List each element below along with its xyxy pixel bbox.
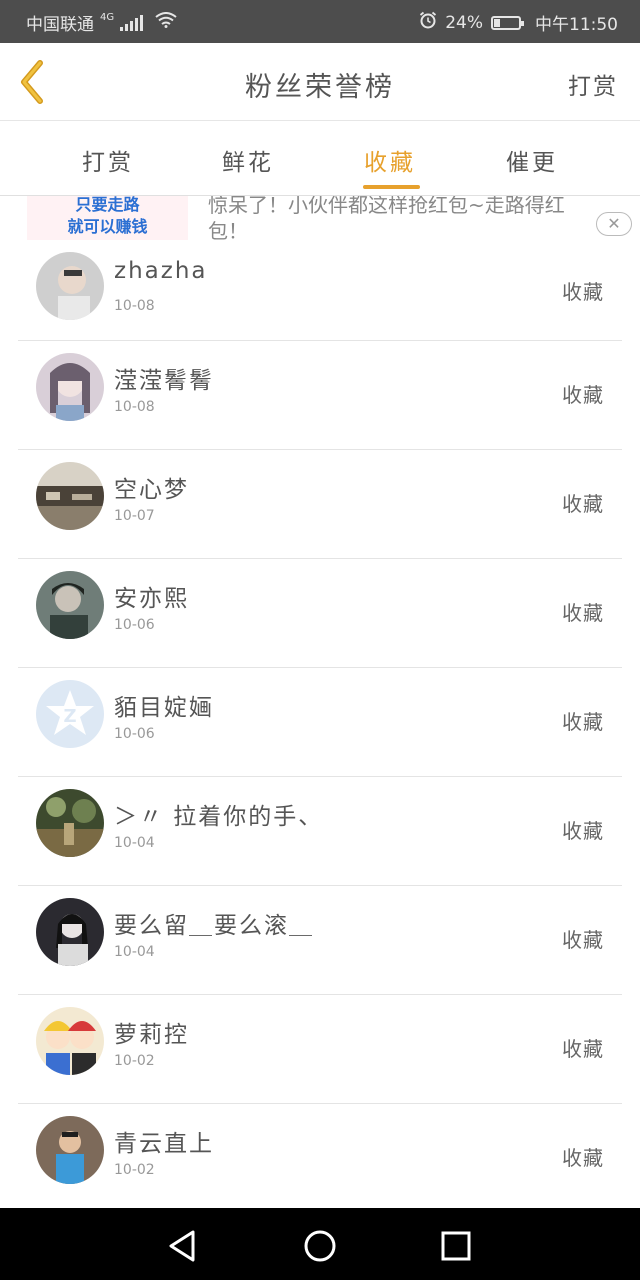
avatar[interactable] [36,1007,104,1075]
fan-name: 安亦熙 [114,586,189,612]
list-item[interactable]: 安亦熙 10-06 收藏 [18,559,622,668]
fan-date: 10-06 [114,726,155,742]
ad-text[interactable]: 惊呆了！小伙伴都这样抢红包~走路得红包！ [208,196,588,244]
fan-date: 10-07 [114,508,155,524]
fan-list: zhazha 10-08 收藏 滢滢鬌鬌 10-08 收藏 空心梦 10-07 … [0,246,640,1212]
fan-name: 滢滢鬌鬌 [114,368,214,394]
clock: 中午11:50 [535,15,618,35]
tab-bar: 打赏 鲜花 收藏 催更 [0,121,640,196]
avatar[interactable] [36,1116,104,1184]
circle-home-icon [304,1230,336,1262]
list-item[interactable]: 要么留＿要么滚＿ 10-04 收藏 [18,886,622,995]
tab-flowers[interactable]: 鲜花 [222,143,274,177]
favorite-label: 收藏 [562,1146,604,1170]
square-recents-icon [441,1231,471,1261]
battery-icon [491,15,524,30]
ad-close-button[interactable]: ✕ [596,212,632,236]
fan-date: 10-08 [114,399,155,415]
triangle-back-icon [169,1230,195,1262]
avatar[interactable] [36,898,104,966]
favorite-label: 收藏 [562,601,604,625]
wifi-icon [155,12,177,33]
app-header: 粉丝荣誉榜 打赏 [0,43,640,121]
fan-date: 10-08 [114,298,155,314]
battery-percent: 24% [445,12,483,33]
reward-button[interactable]: 打赏 [568,67,618,101]
nav-recents-button[interactable] [436,1226,476,1266]
fan-date: 10-04 [114,835,155,851]
favorite-label: 收藏 [562,928,604,952]
tab-favorites[interactable]: 收藏 [364,143,416,177]
fan-date: 10-04 [114,944,155,960]
list-item[interactable]: 空心梦 10-07 收藏 [18,450,622,559]
favorite-label: 收藏 [562,280,604,304]
fan-name: zhazha [114,258,208,284]
ad-banner[interactable]: 只要走路 就可以赚钱 惊呆了！小伙伴都这样抢红包~走路得红包！ [0,196,640,246]
alarm-icon [419,11,437,34]
favorite-label: 收藏 [562,492,604,516]
fan-name: 萝莉控 [114,1022,189,1048]
system-nav-bar [0,1208,640,1280]
nav-back-button[interactable] [163,1226,203,1266]
list-item[interactable]: 萝莉控 10-02 收藏 [18,995,622,1104]
status-bar: 中国联通 4G 24% 中午11:50 [0,0,640,43]
list-item[interactable]: zhazha 10-08 收藏 [18,246,622,341]
svg-text:Z: Z [63,706,76,727]
list-item[interactable]: ＞〃 拉着你的手、 10-04 收藏 [18,777,622,886]
avatar[interactable] [36,252,104,320]
fan-date: 10-02 [114,1053,155,1069]
nav-home-button[interactable] [300,1226,340,1266]
ad-image-line2: 就可以赚钱 [67,217,148,236]
avatar[interactable] [36,353,104,421]
active-tab-indicator [363,185,420,189]
carrier-label: 中国联通 [26,15,94,35]
avatar[interactable] [36,789,104,857]
signal-icon [120,14,144,31]
tab-urge-update[interactable]: 催更 [506,143,558,177]
favorite-label: 收藏 [562,383,604,407]
fan-name: 青云直上 [114,1131,214,1157]
fan-name: 空心梦 [114,477,189,503]
fan-name: ＞〃 拉着你的手、 [114,804,324,830]
avatar[interactable] [36,571,104,639]
list-item[interactable]: 滢滢鬌鬌 10-08 收藏 [18,341,622,450]
list-item[interactable]: 青云直上 10-02 收藏 [18,1104,622,1212]
network-label: 4G [100,12,115,23]
favorite-label: 收藏 [562,710,604,734]
list-item[interactable]: Z 貊目婝婳 10-06 收藏 [18,668,622,777]
page-title: 粉丝荣誉榜 [245,72,395,103]
avatar[interactable]: Z [36,680,104,748]
ad-image[interactable]: 只要走路 就可以赚钱 [27,196,188,240]
ad-image-line1: 只要走路 [75,196,140,214]
fan-name: 要么留＿要么滚＿ [114,913,314,939]
tab-reward[interactable]: 打赏 [82,143,134,177]
fan-date: 10-02 [114,1162,155,1178]
favorite-label: 收藏 [562,819,604,843]
favorite-label: 收藏 [562,1037,604,1061]
avatar[interactable] [36,462,104,530]
fan-date: 10-06 [114,617,155,633]
fan-name: 貊目婝婳 [114,695,214,721]
